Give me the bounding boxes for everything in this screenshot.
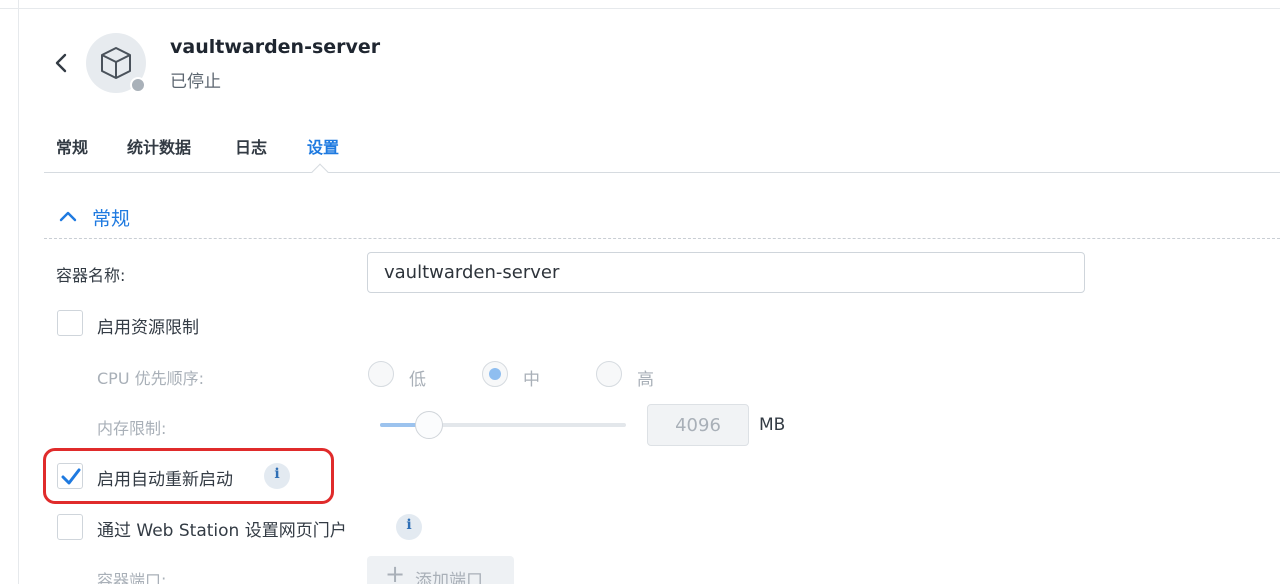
checkmark-icon [61,468,81,485]
info-icon[interactable]: i [264,463,290,489]
memory-limit-value: 4096 [675,414,721,436]
web-station-label: 通过 Web Station 设置网页门户 [97,521,347,541]
cpu-priority-low-radio[interactable] [368,361,394,387]
section-divider [44,238,1280,239]
tab-statistics[interactable]: 统计数据 [127,134,191,158]
auto-restart-checkbox[interactable] [57,463,83,489]
cpu-priority-medium-radio[interactable] [482,361,508,387]
top-divider [0,8,1280,9]
container-port-label: 容器端口: [97,571,167,584]
active-tab-pointer [311,163,329,181]
cube-icon [101,47,131,79]
container-status: 已停止 [170,72,221,92]
info-glyph: i [274,466,280,482]
add-port-label: 添加端口 [415,571,483,584]
plus-icon: + [385,560,406,584]
section-title: 常规 [92,208,131,230]
memory-limit-label: 内存限制: [97,419,167,438]
chevron-up-icon [59,211,77,222]
container-name-label: 容器名称: [56,266,126,285]
tab-settings[interactable]: 设置 [307,134,339,158]
cpu-priority-low-label: 低 [409,370,426,390]
memory-slider-handle[interactable] [415,411,444,439]
memory-limit-input[interactable]: 4096 [647,404,749,446]
info-glyph: i [406,517,412,533]
cpu-priority-high-radio[interactable] [596,361,622,387]
tab-general[interactable]: 常规 [56,134,88,158]
web-station-checkbox[interactable] [57,514,83,540]
chevron-left-icon [55,53,67,73]
tab-log[interactable]: 日志 [235,134,267,158]
container-title: vaultwarden-server [170,36,381,58]
cpu-priority-medium-label: 中 [523,370,540,390]
resource-limit-checkbox[interactable] [57,310,83,336]
status-indicator-dot [130,77,146,93]
resource-limit-label: 启用资源限制 [97,318,199,338]
auto-restart-label: 启用自动重新启动 [97,470,233,490]
container-name-input[interactable] [367,252,1085,293]
cpu-priority-label: CPU 优先顺序: [97,369,205,388]
cpu-priority-high-label: 高 [637,370,654,390]
info-icon[interactable]: i [396,514,422,540]
left-divider [18,0,19,584]
add-port-button[interactable]: + 添加端口 [367,556,514,584]
tab-underline [44,172,1280,173]
memory-unit-label: MB [759,415,786,435]
back-button[interactable] [50,50,74,76]
